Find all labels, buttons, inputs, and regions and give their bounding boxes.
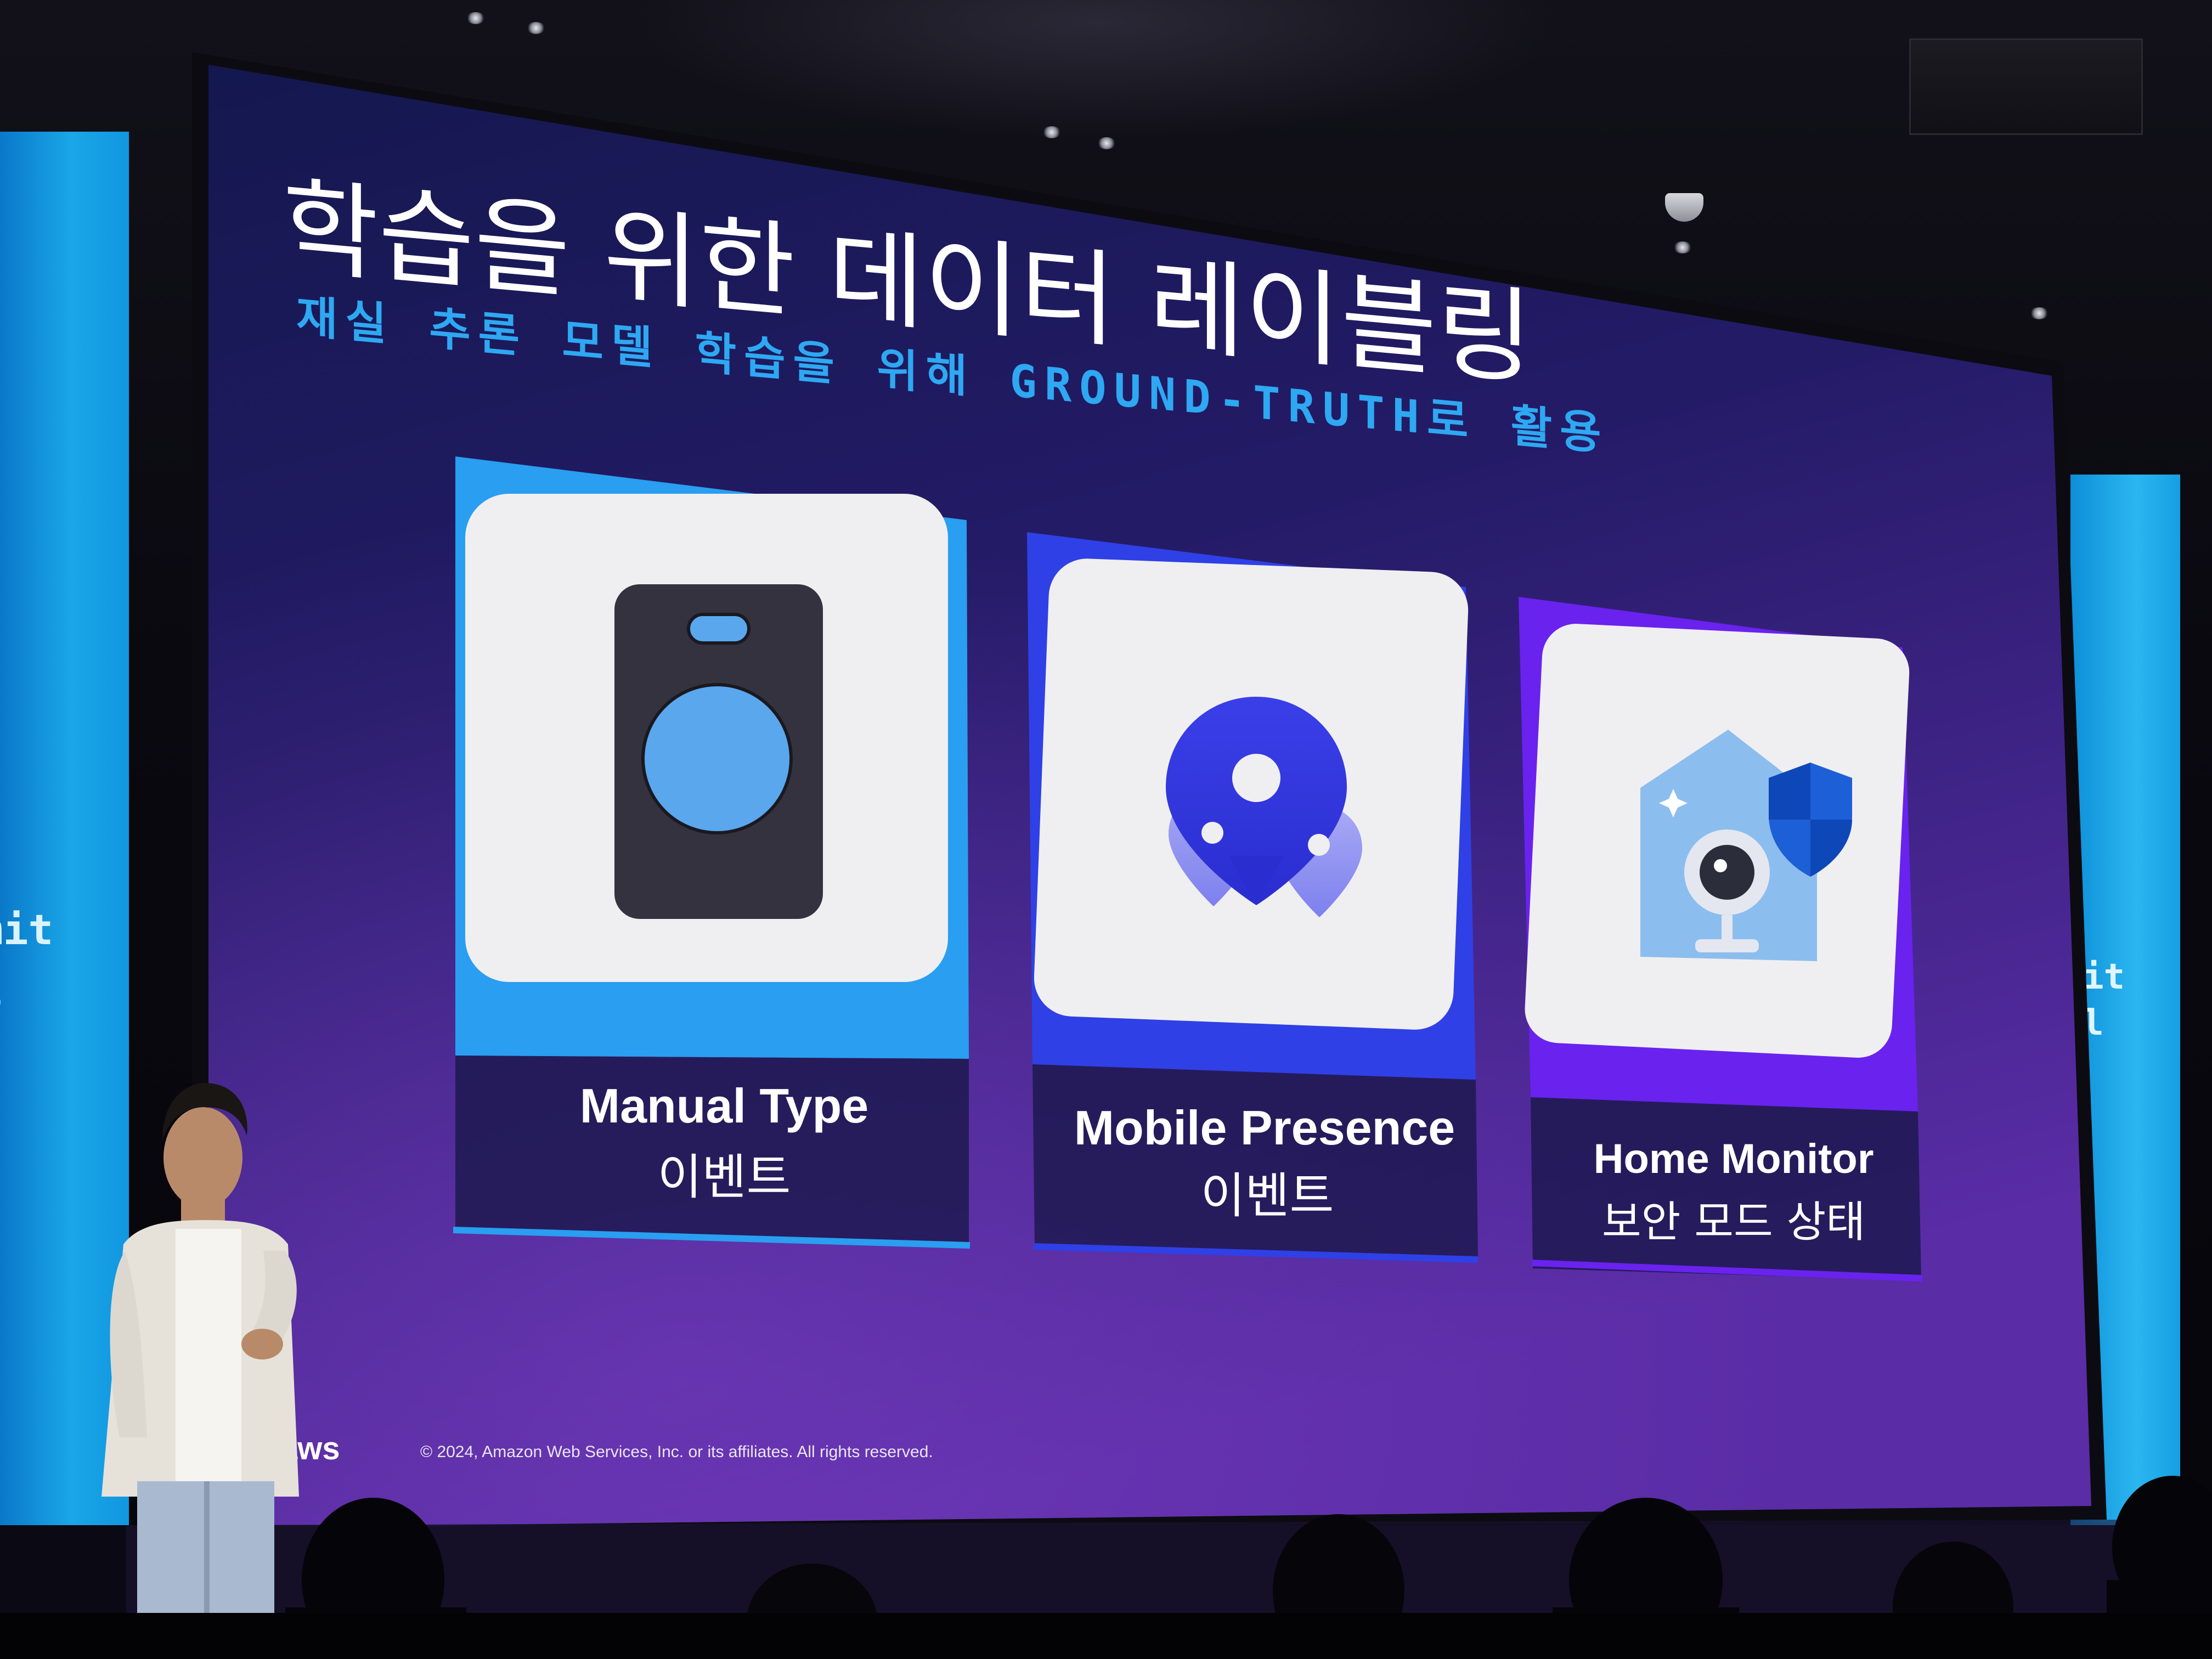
card-underline <box>453 1227 970 1249</box>
stage-light-spill <box>126 1520 2140 1659</box>
slide-glow <box>208 65 2091 1528</box>
card-title: Mobile Presence <box>1074 1101 1455 1155</box>
card-subtitle: 이벤트 <box>658 1149 791 1205</box>
ceiling-light <box>1042 126 1061 138</box>
card-icon-tile <box>1034 558 1469 1030</box>
card-mobile-presence <box>1027 532 1479 1263</box>
card-caption-panel <box>1531 1097 1921 1280</box>
card-caption-panel <box>455 1056 969 1245</box>
right-banner-text: S mmit oul 24 <box>2070 957 2125 1090</box>
card-subtitle: 이벤트 <box>1201 1167 1334 1224</box>
ceiling-light <box>1097 137 1116 149</box>
slide-surface <box>208 65 2091 1528</box>
event-photo: mit l S mmit oul 24 <box>0 0 2212 1659</box>
card-accent <box>455 456 969 1059</box>
projection-screen: 학습을 위한 데이터 레이블링 재실 추론 모델 학습을 위해 GROUND-T… <box>0 52 2212 1659</box>
slide-title: 학습을 위한 데이터 레이블링 <box>283 166 1533 400</box>
ceiling-light <box>527 22 545 34</box>
card-underline <box>1531 1260 1923 1282</box>
speaker <box>101 1083 299 1659</box>
ceiling-light <box>466 12 485 24</box>
card-accent <box>1027 532 1476 1080</box>
smart-tag-icon <box>614 584 823 919</box>
ceiling-light <box>2030 307 2049 319</box>
home-security-camera-icon <box>1640 730 1852 961</box>
location-pins-icon <box>1166 697 1362 917</box>
card-title: Home Monitor <box>1594 1136 1874 1182</box>
aws-logo: aws <box>280 1431 340 1466</box>
card-subtitle: 보안 모드 상태 <box>1602 1198 1865 1247</box>
right-banner: S mmit oul 24 <box>2070 475 2180 1659</box>
ceiling-light <box>1673 241 1692 253</box>
card-underline <box>1033 1243 1479 1263</box>
stage-floor <box>0 1525 2212 1659</box>
card-manual-type <box>453 456 970 1249</box>
card-title: Manual Type <box>580 1079 868 1133</box>
audience <box>0 1476 2212 1659</box>
card-home-monitor <box>1519 597 1923 1282</box>
slide-subtitle: 재실 추론 모델 학습을 위해 GROUND-TRUTH로 활용 <box>296 291 1609 461</box>
rigging-box <box>1909 38 2143 135</box>
security-camera <box>1665 193 1703 222</box>
card-icon-tile <box>465 494 948 982</box>
copyright-text: © 2024, Amazon Web Services, Inc. or its… <box>420 1443 933 1461</box>
screen-border <box>192 52 2107 1531</box>
left-banner-text: mit l <box>0 905 54 1014</box>
card-caption-panel <box>1032 1064 1478 1256</box>
left-banner: mit l <box>0 132 129 1659</box>
card-accent <box>1519 597 1918 1111</box>
card-icon-tile <box>1525 624 1910 1058</box>
